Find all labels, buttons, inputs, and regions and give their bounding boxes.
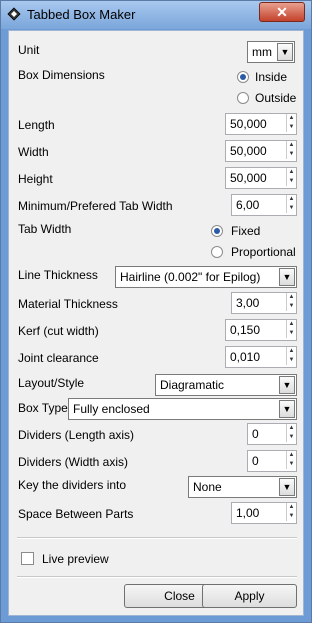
live-preview-checkbox[interactable] — [21, 552, 34, 565]
radio-outside[interactable] — [237, 92, 249, 104]
material-thickness-label: Material Thickness — [18, 297, 118, 311]
spin-up-icon[interactable]: ▲ — [286, 320, 296, 329]
dividers-length-spinner[interactable]: 0 ▲ ▼ — [247, 423, 297, 445]
unit-select[interactable]: mm ▼ — [247, 41, 295, 63]
spin-down-icon[interactable]: ▼ — [286, 512, 296, 521]
apply-button[interactable]: Apply — [202, 584, 297, 608]
apply-button-label: Apply — [234, 589, 265, 603]
window-title: Tabbed Box Maker — [27, 7, 136, 22]
space-between-spinner[interactable]: 1,00 ▲ ▼ — [231, 502, 297, 524]
box-type-select[interactable]: Fully enclosed ▼ — [68, 398, 297, 420]
chevron-down-icon[interactable]: ▼ — [279, 400, 295, 418]
radio-proportional-label: Proportional — [231, 245, 296, 259]
length-spinner[interactable]: 50,000 ▲ ▼ — [225, 113, 297, 135]
spin-up-icon[interactable]: ▲ — [286, 424, 296, 433]
layout-style-select[interactable]: Diagramatic ▼ — [155, 374, 297, 396]
joint-clearance-label: Joint clearance — [18, 351, 99, 365]
spin-up-icon[interactable]: ▲ — [286, 114, 296, 123]
separator — [17, 537, 297, 539]
space-between-label: Space Between Parts — [18, 507, 134, 521]
chevron-down-icon[interactable]: ▼ — [279, 478, 295, 496]
inkscape-icon — [7, 7, 21, 21]
unit-label: Unit — [18, 43, 40, 57]
line-thickness-select[interactable]: Hairline (0.002" for Epilog) ▼ — [115, 266, 297, 288]
dividers-width-spinner[interactable]: 0 ▲ ▼ — [247, 450, 297, 472]
height-label: Height — [18, 172, 53, 186]
chevron-down-icon[interactable]: ▼ — [279, 376, 295, 394]
radio-fixed-label: Fixed — [231, 224, 261, 238]
chevron-down-icon[interactable]: ▼ — [277, 43, 293, 61]
radio-inside-label: Inside — [255, 70, 288, 84]
spin-up-icon[interactable]: ▲ — [286, 347, 296, 356]
width-label: Width — [18, 145, 49, 159]
close-button-label: Close — [164, 589, 195, 603]
spin-down-icon[interactable]: ▼ — [286, 356, 296, 365]
dividers-width-label: Dividers (Width axis) — [18, 455, 129, 469]
separator — [17, 576, 297, 578]
spin-down-icon[interactable]: ▼ — [286, 302, 296, 311]
kerf-label: Kerf (cut width) — [18, 324, 99, 338]
box-dimensions-label: Box Dimensions — [18, 68, 105, 82]
spin-up-icon[interactable]: ▲ — [286, 168, 296, 177]
radio-outside-label: Outside — [255, 91, 297, 105]
radio-inside[interactable] — [237, 71, 249, 83]
spin-up-icon[interactable]: ▲ — [286, 141, 296, 150]
tab-width-label: Tab Width — [18, 222, 72, 236]
min-tab-width-label: Minimum/Prefered Tab Width — [18, 199, 173, 213]
live-preview-label: Live preview — [42, 552, 109, 566]
spin-down-icon[interactable]: ▼ — [286, 150, 296, 159]
chevron-down-icon[interactable]: ▼ — [279, 268, 295, 286]
dialog-content: Unit mm ▼ Box Dimensions Inside Outside … — [8, 30, 304, 616]
dialog-window: Tabbed Box Maker ✕ Unit mm ▼ Box Dimensi… — [0, 0, 312, 623]
width-spinner[interactable]: 50,000 ▲ ▼ — [225, 140, 297, 162]
title-bar[interactable]: Tabbed Box Maker ✕ — [1, 1, 311, 29]
min-tab-width-spinner[interactable]: 6,00 ▲ ▼ — [231, 194, 297, 216]
window-close-button[interactable]: ✕ — [259, 2, 305, 22]
spin-up-icon[interactable]: ▲ — [286, 293, 296, 302]
length-label: Length — [18, 118, 55, 132]
spin-down-icon[interactable]: ▼ — [286, 204, 296, 213]
close-icon: ✕ — [276, 4, 288, 20]
kerf-spinner[interactable]: 0,150 ▲ ▼ — [225, 319, 297, 341]
radio-fixed[interactable] — [211, 225, 223, 237]
key-dividers-select[interactable]: None ▼ — [188, 476, 297, 498]
spin-up-icon[interactable]: ▲ — [286, 451, 296, 460]
spin-down-icon[interactable]: ▼ — [286, 177, 296, 186]
line-thickness-label: Line Thickness — [18, 268, 98, 282]
material-thickness-spinner[interactable]: 3,00 ▲ ▼ — [231, 292, 297, 314]
box-type-label: Box Type — [18, 401, 68, 415]
layout-style-label: Layout/Style — [18, 376, 85, 390]
spin-down-icon[interactable]: ▼ — [286, 460, 296, 469]
key-dividers-label: Key the dividers into — [18, 478, 127, 492]
spin-down-icon[interactable]: ▼ — [286, 123, 296, 132]
spin-down-icon[interactable]: ▼ — [286, 329, 296, 338]
height-spinner[interactable]: 50,000 ▲ ▼ — [225, 167, 297, 189]
radio-proportional[interactable] — [211, 246, 223, 258]
dividers-length-label: Dividers (Length axis) — [18, 428, 135, 442]
joint-clearance-spinner[interactable]: 0,010 ▲ ▼ — [225, 346, 297, 368]
spin-up-icon[interactable]: ▲ — [286, 195, 296, 204]
spin-down-icon[interactable]: ▼ — [286, 433, 296, 442]
spin-up-icon[interactable]: ▲ — [286, 503, 296, 512]
